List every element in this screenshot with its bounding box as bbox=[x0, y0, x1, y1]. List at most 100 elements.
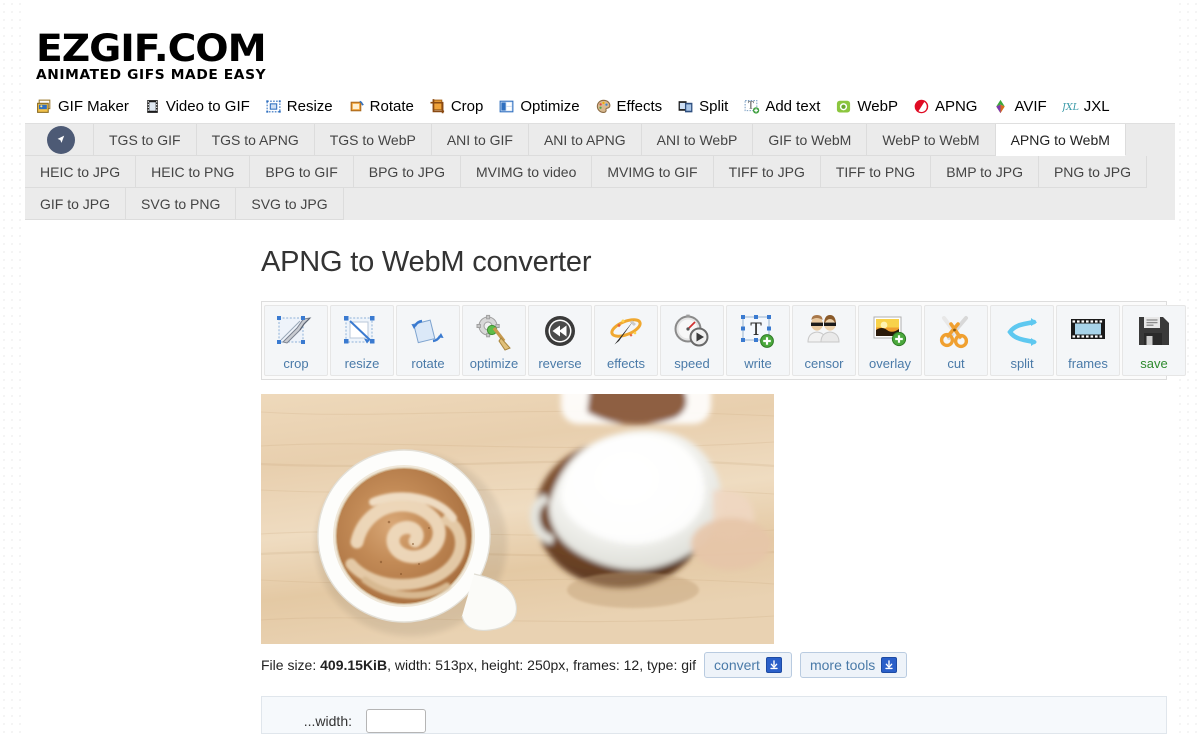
subnav-item-bmp-to-jpg[interactable]: BMP to JPG bbox=[931, 156, 1039, 188]
subnav-item-tgs-to-webp[interactable]: TGS to WebP bbox=[314, 124, 432, 156]
subnav-item-label: ANI to GIF bbox=[446, 131, 513, 148]
width-input[interactable] bbox=[366, 709, 426, 733]
tool-label: optimize bbox=[469, 356, 519, 371]
mainnav-item-crop[interactable]: Crop bbox=[429, 98, 483, 115]
home-button[interactable] bbox=[25, 124, 94, 156]
censor-tool-icon bbox=[802, 312, 846, 352]
tool-speed[interactable]: speed bbox=[660, 305, 724, 376]
tool-write[interactable]: T write bbox=[726, 305, 790, 376]
subnav-item-heic-to-jpg[interactable]: HEIC to JPG bbox=[25, 156, 137, 188]
subnav-item-label: WebP to WebM bbox=[882, 131, 980, 148]
file-size-prefix: File size: bbox=[261, 657, 321, 673]
subnav-item-svg-to-png[interactable]: SVG to PNG bbox=[126, 188, 237, 220]
mainnav-item-jxl[interactable]: JXL JXL bbox=[1062, 98, 1110, 115]
subnav-item-apng-to-webm[interactable]: APNG to WebM bbox=[995, 124, 1126, 156]
tool-label: censor bbox=[804, 356, 844, 371]
tool-reverse[interactable]: reverse bbox=[528, 305, 592, 376]
subnav-item-webp-to-webm[interactable]: WebP to WebM bbox=[867, 124, 996, 156]
subnav-item-bpg-to-jpg[interactable]: BPG to JPG bbox=[353, 156, 461, 188]
mainnav-item-label: GIF Maker bbox=[58, 98, 129, 115]
subnav-item-gif-to-jpg[interactable]: GIF to JPG bbox=[25, 188, 127, 220]
mainnav-item-label: Video to GIF bbox=[165, 98, 250, 115]
apng-icon bbox=[913, 98, 930, 115]
subnav-item-mvimg-to-video[interactable]: MVIMG to video bbox=[461, 156, 593, 188]
mainnav-item-add-text[interactable]: T Add text bbox=[743, 98, 820, 115]
tool-crop[interactable]: crop bbox=[264, 305, 328, 376]
tool-cut[interactable]: cut bbox=[924, 305, 988, 376]
tool-rotate[interactable]: rotate bbox=[396, 305, 460, 376]
preview-image bbox=[261, 394, 774, 644]
subnav-item-label: BPG to GIF bbox=[265, 163, 338, 180]
subnav-item-tgs-to-gif[interactable]: TGS to GIF bbox=[94, 124, 197, 156]
subnav-item-tiff-to-png[interactable]: TIFF to PNG bbox=[820, 156, 932, 188]
tool-optimize[interactable]: optimize bbox=[462, 305, 526, 376]
image-preview[interactable] bbox=[261, 394, 774, 644]
download-arrow-icon bbox=[765, 657, 782, 673]
mainnav-item-resize[interactable]: Resize bbox=[265, 98, 333, 115]
mainnav-item-label: APNG bbox=[934, 98, 978, 115]
mainnav-item-effects[interactable]: Effects bbox=[595, 98, 662, 115]
avif-icon bbox=[992, 98, 1009, 115]
tool-label: speed bbox=[674, 356, 710, 371]
tool-frames[interactable]: frames bbox=[1056, 305, 1120, 376]
subnav-item-ani-to-apng[interactable]: ANI to APNG bbox=[528, 124, 642, 156]
page-container: EZGIF.COM ANIMATED GIFS MADE EASY GIF Ma… bbox=[25, 0, 1186, 734]
mainnav-item-gif-maker[interactable]: GIF Maker bbox=[36, 98, 129, 115]
crop-tool-icon bbox=[274, 312, 318, 352]
subnav-item-png-to-jpg[interactable]: PNG to JPG bbox=[1038, 156, 1147, 188]
subnav-item-bpg-to-gif[interactable]: BPG to GIF bbox=[250, 156, 354, 188]
frames-tool-icon bbox=[1066, 312, 1110, 352]
tool-resize[interactable]: resize bbox=[330, 305, 394, 376]
file-dimensions-text: , width: 513px, height: 250px, frames: 1… bbox=[387, 657, 697, 673]
mainnav-item-label: Add text bbox=[765, 98, 821, 115]
subnav-item-mvimg-to-gif[interactable]: MVIMG to GIF bbox=[592, 156, 714, 188]
subnav-item-label: ANI to APNG bbox=[543, 131, 626, 148]
subnav-item-gif-to-webm[interactable]: GIF to WebM bbox=[753, 124, 868, 156]
mainnav-item-rotate[interactable]: Rotate bbox=[348, 98, 414, 115]
subnav-item-label: TGS to APNG bbox=[211, 131, 299, 148]
mainnav-item-label: Resize bbox=[286, 98, 333, 115]
write-tool-icon: T bbox=[736, 312, 780, 352]
conversion-options-panel: ...width: bbox=[261, 696, 1167, 734]
mainnav-item-apng[interactable]: APNG bbox=[913, 98, 978, 115]
subnav-item-label: ANI to WebP bbox=[656, 131, 738, 148]
mainnav-item-avif[interactable]: AVIF bbox=[992, 98, 1047, 115]
mainnav-item-split[interactable]: Split bbox=[677, 98, 728, 115]
tool-label: overlay bbox=[869, 356, 911, 371]
home-cursor-icon bbox=[47, 125, 75, 154]
subnav-item-label: GIF to WebM bbox=[768, 131, 852, 148]
tool-censor[interactable]: censor bbox=[792, 305, 856, 376]
main-navigation: GIF Maker Video to GIF Resize Rotate Cro… bbox=[25, 92, 1175, 123]
tool-overlay[interactable]: overlay bbox=[858, 305, 922, 376]
subnav-item-label: PNG to JPG bbox=[1053, 163, 1131, 180]
subnav-item-tiff-to-jpg[interactable]: TIFF to JPG bbox=[713, 156, 821, 188]
width-field-label: ...width: bbox=[303, 713, 352, 729]
logo-tagline: ANIMATED GIFS MADE EASY bbox=[36, 67, 267, 83]
subnav-item-label: APNG to WebM bbox=[1010, 131, 1110, 148]
gif-maker-icon bbox=[36, 98, 53, 115]
cut-tool-icon bbox=[934, 312, 978, 352]
tool-label: rotate bbox=[411, 356, 445, 371]
crop-icon bbox=[429, 98, 446, 115]
reverse-tool-icon bbox=[538, 312, 582, 352]
subnav-item-svg-to-jpg[interactable]: SVG to JPG bbox=[236, 188, 344, 220]
tool-save[interactable]: save bbox=[1122, 305, 1186, 376]
tool-split[interactable]: split bbox=[990, 305, 1054, 376]
subnav-item-tgs-to-apng[interactable]: TGS to APNG bbox=[196, 124, 315, 156]
more-tools-button[interactable]: more tools bbox=[799, 652, 908, 678]
mainnav-item-optimize[interactable]: Optimize bbox=[498, 98, 580, 115]
convert-button[interactable]: convert bbox=[704, 652, 792, 678]
file-size-value: 409.15KiB bbox=[320, 657, 388, 673]
mainnav-item-video-to-gif[interactable]: Video to GIF bbox=[144, 98, 250, 115]
subnav-item-ani-to-webp[interactable]: ANI to WebP bbox=[641, 124, 754, 156]
site-logo[interactable]: EZGIF.COM ANIMATED GIFS MADE EASY bbox=[25, 0, 1175, 92]
subnav-item-ani-to-gif[interactable]: ANI to GIF bbox=[431, 124, 529, 156]
tool-effects[interactable]: effects bbox=[594, 305, 658, 376]
rotate-icon bbox=[348, 98, 365, 115]
subnav-item-heic-to-png[interactable]: HEIC to PNG bbox=[136, 156, 251, 188]
mainnav-item-webp[interactable]: WebP bbox=[835, 98, 898, 115]
speed-tool-icon bbox=[670, 312, 714, 352]
mainnav-item-label: WebP bbox=[857, 98, 898, 115]
resize-icon bbox=[265, 98, 282, 115]
add-text-icon: T bbox=[743, 98, 760, 115]
